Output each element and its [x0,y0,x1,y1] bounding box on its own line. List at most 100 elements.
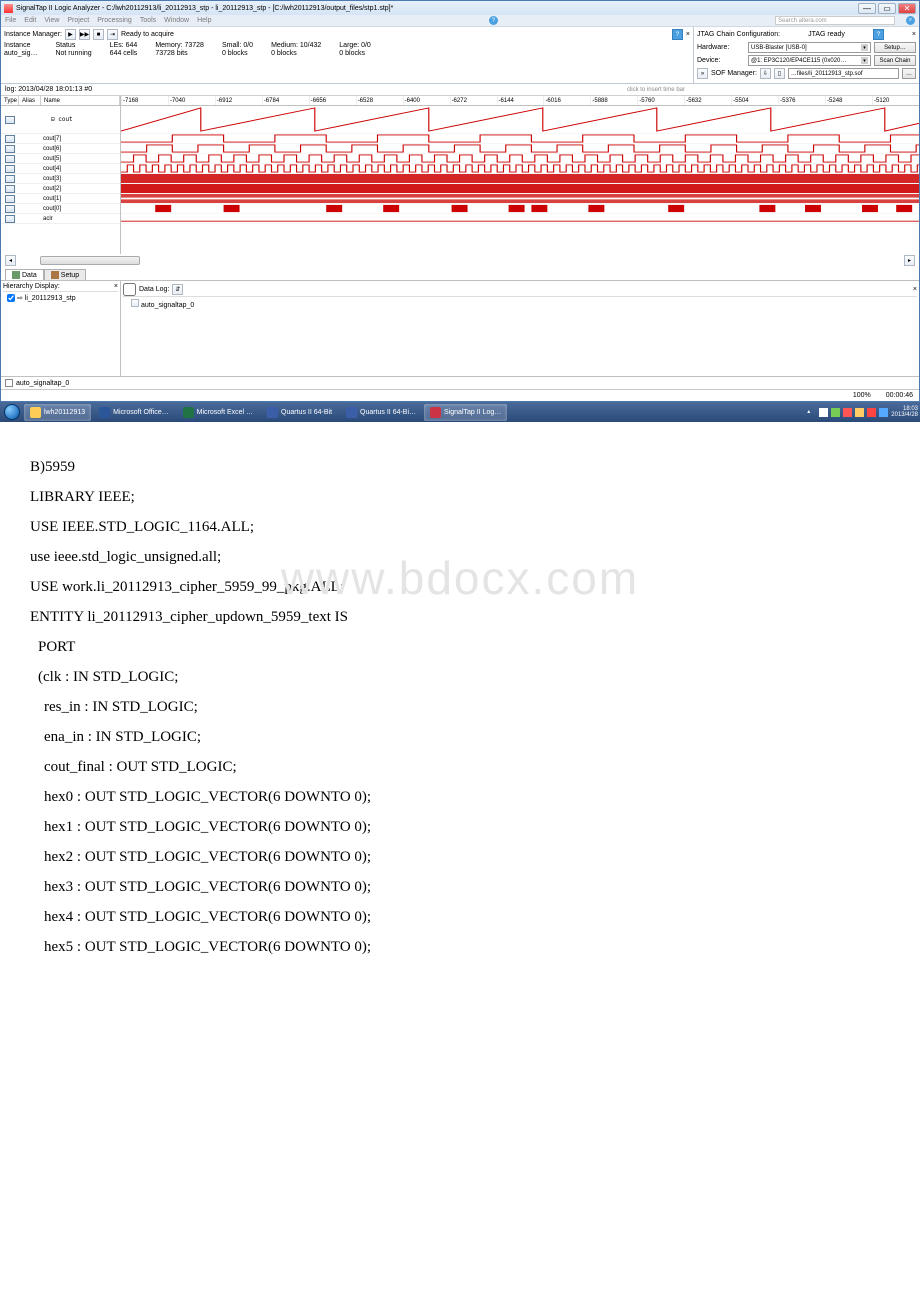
browse-icon[interactable]: ▯ [774,68,785,79]
jtag-panel: JTAG Chain Configuration: JTAG ready ? ×… [694,27,919,83]
menu-help[interactable]: Help [197,17,211,24]
signal-row[interactable]: cout[6] [1,144,120,154]
signal-name: ⊟ cout [41,116,120,123]
code-line: cout_final : OUT STD_LOGIC; [30,752,890,782]
panel-close-icon[interactable]: × [913,286,917,293]
taskbar-label: Quartus II 64-Bit [281,409,332,416]
datalog-toggle-icon[interactable]: ⇵ [172,284,183,295]
read-icon[interactable]: ⇥ [107,29,118,40]
datalog-item[interactable]: auto_signaltap_0 [123,297,917,309]
menu-view[interactable]: View [44,17,59,24]
scan-chain-button[interactable]: Scan Chain [874,55,916,66]
datalog-item-label: auto_signaltap_0 [141,302,194,309]
datalog-checkbox[interactable] [123,283,136,296]
panel-close-icon[interactable]: × [686,31,690,38]
scroll-left-icon[interactable]: ◂ [5,255,16,266]
tray-battery-icon[interactable] [831,408,840,417]
signal-row[interactable]: cout[7] [1,134,120,144]
tray-network-icon[interactable] [843,408,852,417]
taskbar-clock[interactable]: 18:03 2013/4/28 [891,406,918,418]
signal-row[interactable]: aclr [1,214,120,224]
tab-setup[interactable]: Setup [44,269,86,280]
hardware-dropdown[interactable]: USB-Blaster [USB-0]▾ [748,42,871,53]
search-box[interactable]: Search altera.com [775,16,895,25]
minimize-button[interactable]: — [858,3,876,14]
signal-group-cout[interactable]: ⊟ cout [1,106,120,134]
menu-file[interactable]: File [5,17,16,24]
code-line: hex5 : OUT STD_LOGIC_VECTOR(6 DOWNTO 0); [30,932,890,962]
setup-button[interactable]: Setup… [874,42,916,53]
header-alias: Alias [19,96,41,105]
taskbar-item-folder[interactable]: lwh20112913 [24,404,91,421]
close-button[interactable]: ✕ [898,3,916,14]
instance-manager-label: Instance Manager: [4,31,62,38]
attach-icon[interactable]: ⇩ [760,68,771,79]
device-dropdown[interactable]: @1: EP3C120/EP4CE115 (0x020…▾ [748,55,871,66]
code-line: hex3 : OUT STD_LOGIC_VECTOR(6 DOWNTO 0); [30,872,890,902]
wave-scrollbar[interactable]: ◂ ▸ [1,254,919,266]
menu-edit[interactable]: Edit [24,17,36,24]
scroll-thumb[interactable] [40,256,140,265]
system-tray[interactable]: ▴ 18:03 2013/4/28 [807,406,918,418]
run-icon[interactable]: ▶ [65,29,76,40]
signal-row[interactable]: cout[5] [1,154,120,164]
taskbar-item-quartus1[interactable]: Quartus II 64-Bit [261,404,338,421]
scroll-right-icon[interactable]: ▸ [904,255,915,266]
ruler-tick: -5504 [731,96,778,105]
taskbar-item-excel[interactable]: Microsoft Excel … [177,404,259,421]
hierarchy-checkbox[interactable] [7,294,15,302]
instance-tab-icon [5,379,13,387]
val-memory: 73728 bits [155,50,204,57]
taskbar-item-quartus2[interactable]: Quartus II 64-Bi… [340,404,422,421]
signal-row[interactable]: cout[4] [1,164,120,174]
bottom-instance-tab[interactable]: auto_signaltap_0 [1,376,919,389]
tray-flag-icon[interactable] [819,408,828,417]
ruler-tick: -5632 [684,96,731,105]
tray-up-icon[interactable]: ▴ [807,408,816,417]
program-icon[interactable]: » [697,68,708,79]
start-button[interactable] [2,402,22,422]
signal-row[interactable]: cout[1] [1,194,120,204]
tray-volume-icon[interactable] [855,408,864,417]
wave-tabs: Data Setup [1,266,919,281]
device-label: Device: [697,57,745,64]
stop-icon[interactable]: ■ [93,29,104,40]
signal-icon [5,215,15,223]
jtag-help-icon[interactable]: ? [873,29,884,40]
menu-processing[interactable]: Processing [97,17,132,24]
help-icon[interactable]: ? [489,16,498,25]
menu-project[interactable]: Project [67,17,89,24]
signal-row[interactable]: cout[0] [1,204,120,214]
signal-row[interactable]: cout[3] [1,174,120,184]
help-small-icon[interactable]: ? [672,29,683,40]
signal-row[interactable]: cout[2] [1,184,120,194]
hardware-value: USB-Blaster [USB-0] [751,45,807,51]
bus-icon [5,116,15,124]
col-large: Large: 0/0 [339,42,371,49]
code-line: hex4 : OUT STD_LOGIC_VECTOR(6 DOWNTO 0); [30,902,890,932]
ruler-tick: -7040 [168,96,215,105]
waveform-area[interactable]: -7168 -7040 -6912 -6784 -6656 -6528 -640… [121,96,919,254]
ruler-tick: -7168 [121,96,168,105]
sof-browse-button[interactable]: … [902,68,916,79]
hierarchy-item[interactable]: ⇨ li_20112913_stp [3,294,118,302]
run-all-icon[interactable]: ▶▶ [79,29,90,40]
panel-close-icon[interactable]: × [114,283,118,290]
maximize-button[interactable]: ▭ [878,3,896,14]
col-instance: Instance [4,42,37,49]
taskbar-item-word[interactable]: Microsoft Office… [93,404,175,421]
menu-tools[interactable]: Tools [140,17,156,24]
val-instance: auto_sig… [4,50,37,57]
tray-ime-icon[interactable] [867,408,876,417]
wave-bit-row [121,134,919,144]
jtag-panel-close-icon[interactable]: × [912,31,916,38]
wave-bus-row [121,106,919,134]
search-go-icon[interactable]: ⌕ [906,16,915,25]
menu-window[interactable]: Window [164,17,189,24]
tray-shield-icon[interactable] [879,408,888,417]
sof-field[interactable]: …files/li_20112913_stp.sof [788,68,899,79]
taskbar-item-signaltap[interactable]: SignalTap II Log… [424,404,507,421]
hardware-label: Hardware: [697,44,745,51]
chevron-down-icon: ▾ [861,57,868,64]
tab-data[interactable]: Data [5,269,44,280]
